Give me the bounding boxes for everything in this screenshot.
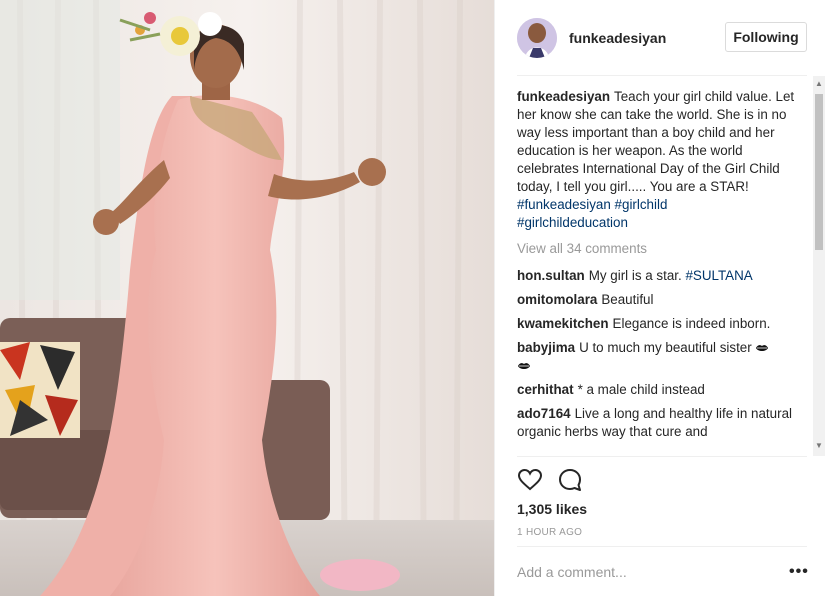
caption: funkeadesiyan Teach your girl child value… [517, 88, 807, 232]
caption-username[interactable]: funkeadesiyan [517, 89, 610, 104]
comment-text: Beautiful [601, 292, 654, 307]
comment-item: babyjima U to much my beautiful sister [517, 339, 807, 375]
comment-text: U to much my beautiful sister [579, 340, 752, 355]
post-header: funkeadesiyan Following [517, 16, 807, 76]
comment-username[interactable]: babyjima [517, 340, 575, 355]
comment-bubble-icon [559, 469, 581, 491]
view-all-comments-link[interactable]: View all 34 comments [517, 240, 807, 258]
add-comment-section: ••• [517, 546, 809, 596]
hashtag-link[interactable]: #SULTANA [685, 268, 752, 283]
post-sidebar: funkeadesiyan Following funkeadesiyan Tea… [494, 0, 827, 596]
comment-item: cerhithat * a male child instead [517, 381, 807, 399]
avatar[interactable] [517, 18, 557, 58]
comment-username[interactable]: hon.sultan [517, 268, 585, 283]
photo-illustration [0, 0, 494, 596]
scrollbar-thumb[interactable] [815, 94, 823, 250]
caption-text: Teach your girl child value. Let her kno… [517, 89, 795, 194]
post-photo[interactable] [0, 0, 494, 596]
pillow-decoration [0, 342, 80, 438]
comments-list: funkeadesiyan Teach your girl child value… [517, 88, 807, 458]
comment-text: * a male child instead [577, 382, 705, 397]
avatar-image [517, 18, 557, 58]
comment-item: ado7164 Live a long and healthy life in n… [517, 405, 807, 441]
likes-count[interactable]: 1,305 likes [517, 501, 587, 517]
comment-text: Elegance is indeed inborn. [612, 316, 771, 331]
post-actions: 1,305 likes 1 HOUR AGO [517, 456, 807, 546]
header-username[interactable]: funkeadesiyan [569, 30, 666, 46]
comment-item: kwamekitchen Elegance is indeed inborn. [517, 315, 807, 333]
comment-username[interactable]: omitomolara [517, 292, 597, 307]
comment-username[interactable]: cerhithat [517, 382, 574, 397]
hashtag-link[interactable]: #girlchild [615, 197, 668, 212]
comments-scrollbar[interactable]: ▲ ▼ [813, 76, 825, 456]
scroll-up-arrow-icon[interactable]: ▲ [815, 80, 823, 88]
comment-username[interactable]: ado7164 [517, 406, 571, 421]
scroll-down-arrow-icon[interactable]: ▼ [815, 442, 823, 450]
comment-button[interactable] [557, 467, 583, 493]
hashtag-link[interactable]: #girlchildeducation [517, 215, 628, 230]
kiss-lips-icon [518, 363, 530, 370]
comment-text: My girl is a star. [588, 268, 682, 283]
post-timestamp[interactable]: 1 HOUR AGO [517, 527, 582, 538]
heart-icon [517, 468, 543, 491]
comment-item: hon.sultan My girl is a star. #SULTANA [517, 267, 807, 285]
comment-username[interactable]: kwamekitchen [517, 316, 609, 331]
hashtag-link[interactable]: #funkeadesiyan [517, 197, 611, 212]
following-button[interactable]: Following [725, 22, 807, 52]
add-comment-input[interactable] [517, 561, 767, 583]
comment-item: omitomolara Beautiful [517, 291, 807, 309]
kiss-lips-icon [756, 345, 769, 352]
more-options-icon[interactable]: ••• [789, 563, 809, 581]
like-button[interactable] [517, 467, 543, 493]
